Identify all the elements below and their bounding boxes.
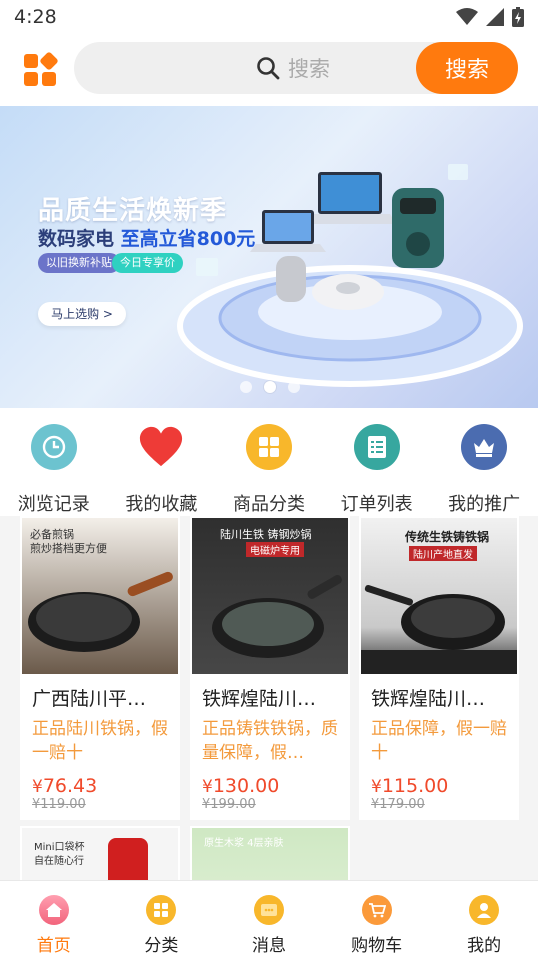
banner-tag-today: 今日专享价 [112,253,183,273]
banner-pagination [240,381,300,393]
status-bar: 4:28 [0,0,538,34]
product-image-text: 传统生铁铸铁锅 [405,530,490,544]
status-time: 4:28 [14,6,57,28]
product-image: 陆川生铁 铸钢炒锅 电磁炉专用 [192,518,348,674]
product-price: ¥115.00 [371,775,519,797]
clock-icon [30,424,77,470]
quick-nav: 浏览记录 我的收藏 商品分类 订单列表 我的推广 [0,408,538,516]
product-image-text: 煎炒搭档更方便 [30,542,107,555]
product-card[interactable]: 传统生铁铸铁锅 陆川产地直发 铁辉煌陆川… 正品保障，假一赔十 ¥115.00 … [359,516,519,820]
product-name: 广西陆川平… [32,688,147,710]
tab-label: 分类 [144,936,179,956]
clipboard-icon [353,424,400,470]
product-desc: 正品铸铁铁锅，质量保障，假… [202,719,338,763]
product-desc: 正品陆川铁锅，假一赔十 [32,719,168,763]
crown-icon [461,424,508,470]
cart-icon [361,895,392,925]
price-symbol: ¥ [202,777,213,797]
grid-icon [245,424,292,470]
quick-nav-favorites[interactable]: 我的收藏 [108,408,216,516]
header: 搜索 搜索 [0,34,538,106]
product-image-text: 电磁炉专用 [246,542,304,557]
product-image-text: Mini口袋杯 [34,842,85,853]
tab-label: 购物车 [351,936,403,956]
promo-banner[interactable]: 品质生活焕新季 数码家电 至高立省800元 以旧换新补贴 今日专享价 马上选购 … [0,106,538,408]
product-old-price: ¥179.00 [371,797,425,812]
product-image-text: 原生木浆 4层亲肤 [204,838,284,849]
search-input[interactable]: 搜索 搜索 [74,42,518,94]
banner-dot[interactable] [240,381,252,393]
product-image: 传统生铁铸铁锅 陆川产地直发 [361,518,517,674]
product-old-price: ¥119.00 [32,797,86,812]
tab-label: 我的 [467,936,502,956]
product-image-text: 陆川生铁 铸钢炒锅 [220,528,312,541]
banner-dot[interactable] [288,381,300,393]
wifi-icon [456,8,478,25]
heart-icon [138,424,184,470]
home-icon [38,895,69,925]
tab-label: 首页 [36,936,71,956]
message-icon [253,895,284,925]
banner-subtitle: 数码家电 至高立省800元 [38,224,255,251]
search-button[interactable]: 搜索 [416,42,518,94]
product-name: 铁辉煌陆川… [371,688,486,710]
banner-tag-tradein: 以旧换新补贴 [38,253,120,273]
product-price: ¥130.00 [202,775,350,797]
price-symbol: ¥ [32,777,43,797]
quick-nav-promotion[interactable]: 我的推广 [430,408,538,516]
banner-shop-button[interactable]: 马上选购 > [38,302,126,326]
price-symbol: ¥ [371,777,382,797]
product-image-text: 自在随心行 [34,856,84,867]
search-icon [257,57,280,80]
quick-nav-label: 订单列表 [340,494,413,515]
product-desc: 正品保障，假一赔十 [371,719,507,763]
product-image: Mini口袋杯 自在随心行 [22,828,178,880]
product-card[interactable]: 陆川生铁 铸钢炒锅 电磁炉专用 铁辉煌陆川… 正品铸铁铁锅，质量保障，假… ¥1… [190,516,350,820]
product-image: 原生木浆 4层亲肤 [192,828,348,880]
product-grid: 必备煎锅 煎炒搭档更方便 广西陆川平… 正品陆川铁锅，假一赔十 ¥76.43 ¥… [0,516,538,880]
quick-nav-label: 我的推广 [448,494,521,515]
banner-subtitle-accent: 至高立省800元 [120,228,256,250]
price-value: 115.00 [381,775,449,797]
status-icons [456,7,524,27]
price-value: 76.43 [42,775,98,797]
product-card[interactable]: 原生木浆 4层亲肤 [190,826,350,880]
product-image-text: 陆川产地直发 [409,546,477,561]
price-value: 130.00 [212,775,280,797]
product-card[interactable]: Mini口袋杯 自在随心行 [20,826,180,880]
tab-cart[interactable]: 购物车 [323,881,431,956]
tab-profile[interactable]: 我的 [430,881,538,956]
tab-home[interactable]: 首页 [0,881,108,956]
quick-nav-history[interactable]: 浏览记录 [0,408,108,516]
quick-nav-label: 浏览记录 [17,494,90,515]
product-old-price: ¥199.00 [202,797,256,812]
banner-title: 品质生活焕新季 [38,196,228,226]
signal-icon [486,8,504,26]
banner-subtitle-prefix: 数码家电 [38,228,121,250]
product-name: 铁辉煌陆川… [202,688,317,710]
category-grid-icon[interactable] [22,52,58,88]
banner-dot-active[interactable] [264,381,276,393]
quick-nav-categories[interactable]: 商品分类 [215,408,323,516]
quick-nav-label: 商品分类 [232,494,305,515]
product-price: ¥76.43 [32,775,180,797]
user-icon [469,895,500,925]
battery-icon [512,7,524,27]
tab-label: 消息 [251,936,286,956]
quick-nav-orders[interactable]: 订单列表 [323,408,431,516]
category-icon [146,895,177,925]
search-placeholder: 搜索 [288,57,330,81]
product-image: 必备煎锅 煎炒搭档更方便 [22,518,178,674]
search-placeholder-wrap: 搜索 [256,42,330,94]
product-card[interactable]: 必备煎锅 煎炒搭档更方便 广西陆川平… 正品陆川铁锅，假一赔十 ¥76.43 ¥… [20,516,180,820]
tab-messages[interactable]: 消息 [215,881,323,956]
bottom-tab-bar: 首页 分类 消息 购物车 我的 [0,880,538,956]
quick-nav-label: 我的收藏 [125,494,198,515]
tab-category[interactable]: 分类 [108,881,216,956]
